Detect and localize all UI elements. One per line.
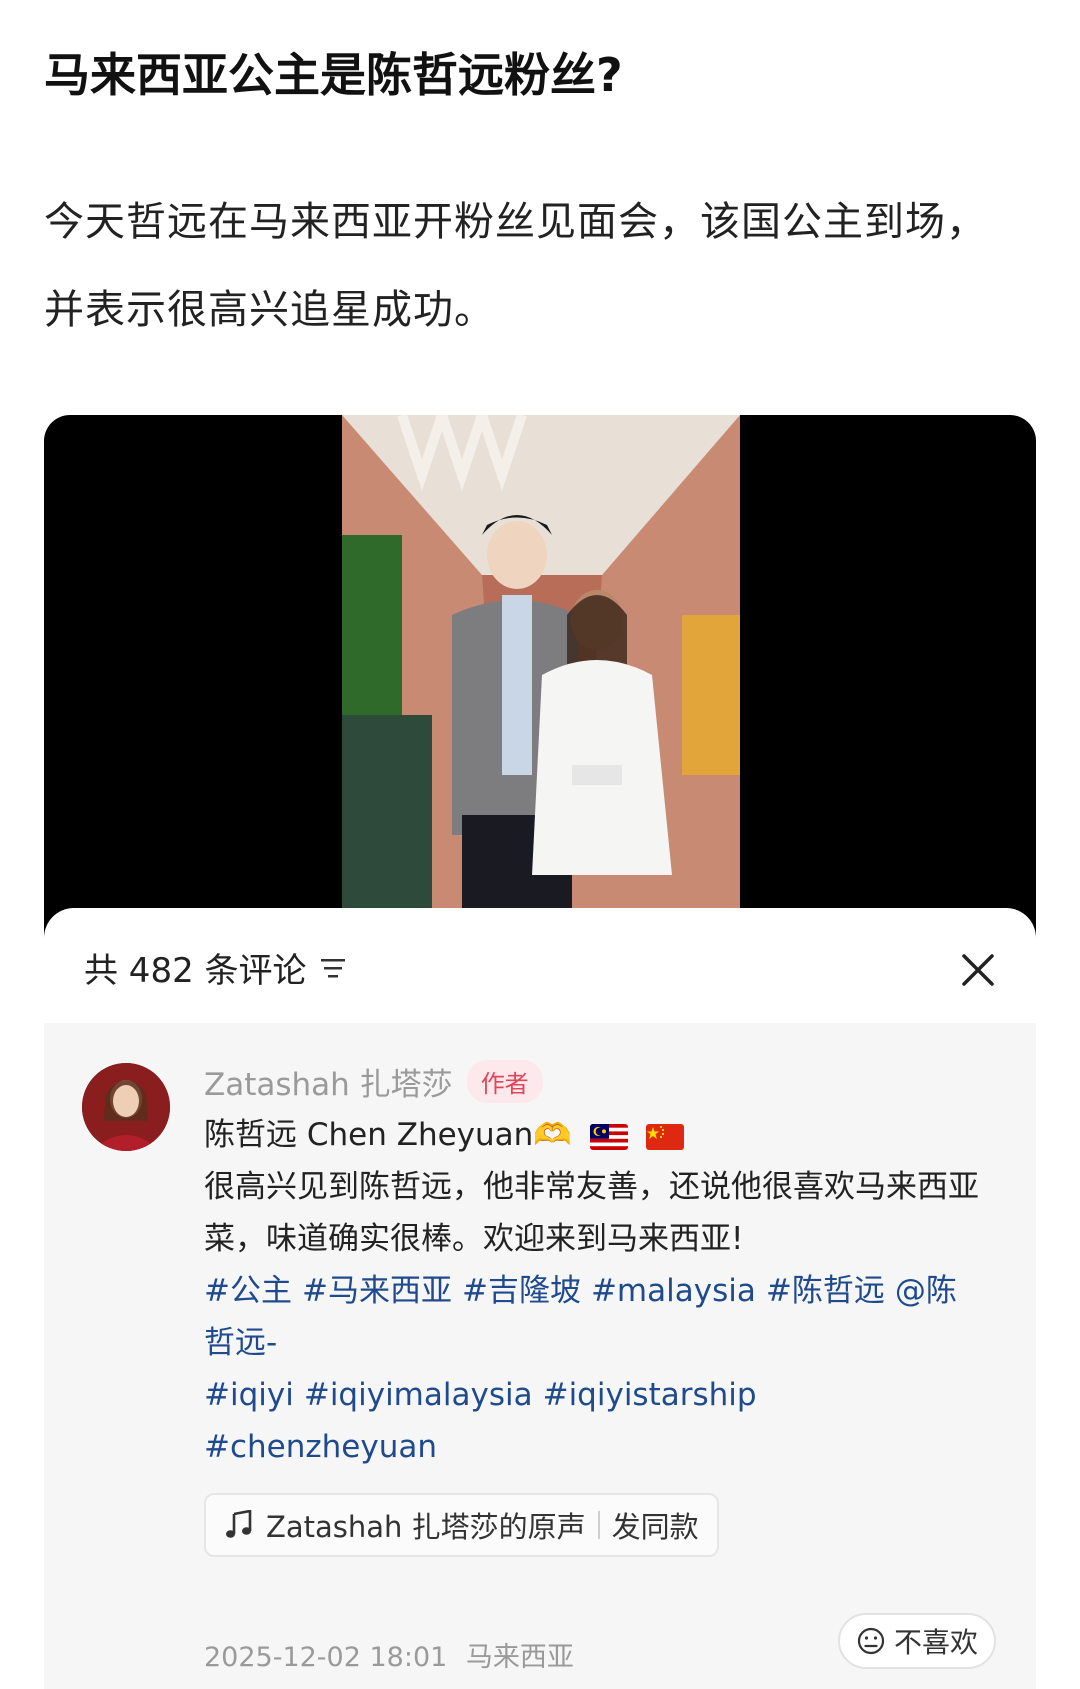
malaysia-flag-icon (589, 1123, 628, 1150)
hashtag-link[interactable]: #iqiyimalaysia (304, 1377, 533, 1413)
hashtag-link[interactable]: #malaysia (591, 1273, 756, 1309)
comment-count-label: 共 482 条评论 (84, 951, 307, 991)
music-pill[interactable]: Zatashah 扎塔莎的原声 发同款 (204, 1493, 719, 1557)
hashtag-line-2: #iqiyi #iqiyimalaysia #iqiyistarship (204, 1369, 984, 1421)
comment-location: 马来西亚 (465, 1642, 574, 1673)
music-label: Zatashah 扎塔莎的原声 (266, 1510, 586, 1544)
comments-header: 共 482 条评论 (44, 908, 1036, 1018)
comment-meta: 2025-12-02 18:01 马来西亚 (204, 1635, 574, 1674)
hashtag-link[interactable]: #公主 (204, 1273, 292, 1309)
dislike-face-icon (857, 1627, 885, 1655)
hashtag-link[interactable]: #陈哲远 (766, 1273, 885, 1309)
hashtag-link[interactable]: #马来西亚 (302, 1273, 452, 1309)
hashtag-line-3: #chenzheyuan (204, 1421, 984, 1473)
author-badge: 作者 (466, 1059, 543, 1103)
comment-timestamp: 2025-12-02 18:01 (204, 1642, 448, 1673)
hashtag-link[interactable]: #chenzheyuan (204, 1429, 437, 1465)
comment-first-line: 陈哲远 Chen Zheyuan🫶 (204, 1109, 984, 1161)
china-flag-icon (645, 1123, 684, 1150)
close-icon[interactable] (958, 950, 998, 990)
comment-count[interactable]: 共 482 条评论 (84, 943, 347, 992)
hashtag-link[interactable]: #iqiyistarship (543, 1377, 757, 1413)
post-title: 马来西亚公主是陈哲远粉丝? (44, 48, 623, 102)
music-divider (597, 1511, 600, 1539)
comment-first-line-text: 陈哲远 Chen Zheyuan🫶 (204, 1117, 572, 1153)
filter-icon[interactable] (319, 956, 347, 980)
dislike-button[interactable]: 不喜欢 (837, 1613, 996, 1669)
music-note-icon (226, 1510, 252, 1538)
avatar[interactable] (82, 1063, 170, 1151)
author-row: Zatashah 扎塔莎 作者 (204, 1053, 984, 1109)
dislike-label: 不喜欢 (893, 1626, 978, 1659)
hashtag-link[interactable]: #iqiyi (204, 1377, 294, 1413)
comment-text: 很高兴见到陈哲远，他非常友善，还说他很喜欢马来西亚菜，味道确实很棒。欢迎来到马来… (204, 1169, 979, 1257)
comment-item: Zatashah 扎塔莎 作者 陈哲远 Chen Zheyuan🫶 很高兴见到陈… (44, 1023, 1036, 1689)
author-name[interactable]: Zatashah 扎塔莎 (204, 1059, 453, 1104)
hashtag-link[interactable]: #吉隆坡 (462, 1273, 581, 1309)
hashtag-line-1: #公主 #马来西亚 #吉隆坡 #malaysia #陈哲远 @陈哲远- (204, 1265, 984, 1369)
comments-sheet: 共 482 条评论 Zatashah 扎塔莎 作者 陈哲远 Chen Zheyu… (44, 908, 1036, 1689)
post-body: 今天哲远在马来西亚开粉丝见面会，该国公主到场，并表示很高兴追星成功。 (44, 199, 987, 333)
video-frame (342, 415, 740, 910)
comment-content: Zatashah 扎塔莎 作者 陈哲远 Chen Zheyuan🫶 很高兴见到陈… (204, 1053, 984, 1557)
use-sound-button[interactable]: 发同款 (612, 1504, 699, 1546)
